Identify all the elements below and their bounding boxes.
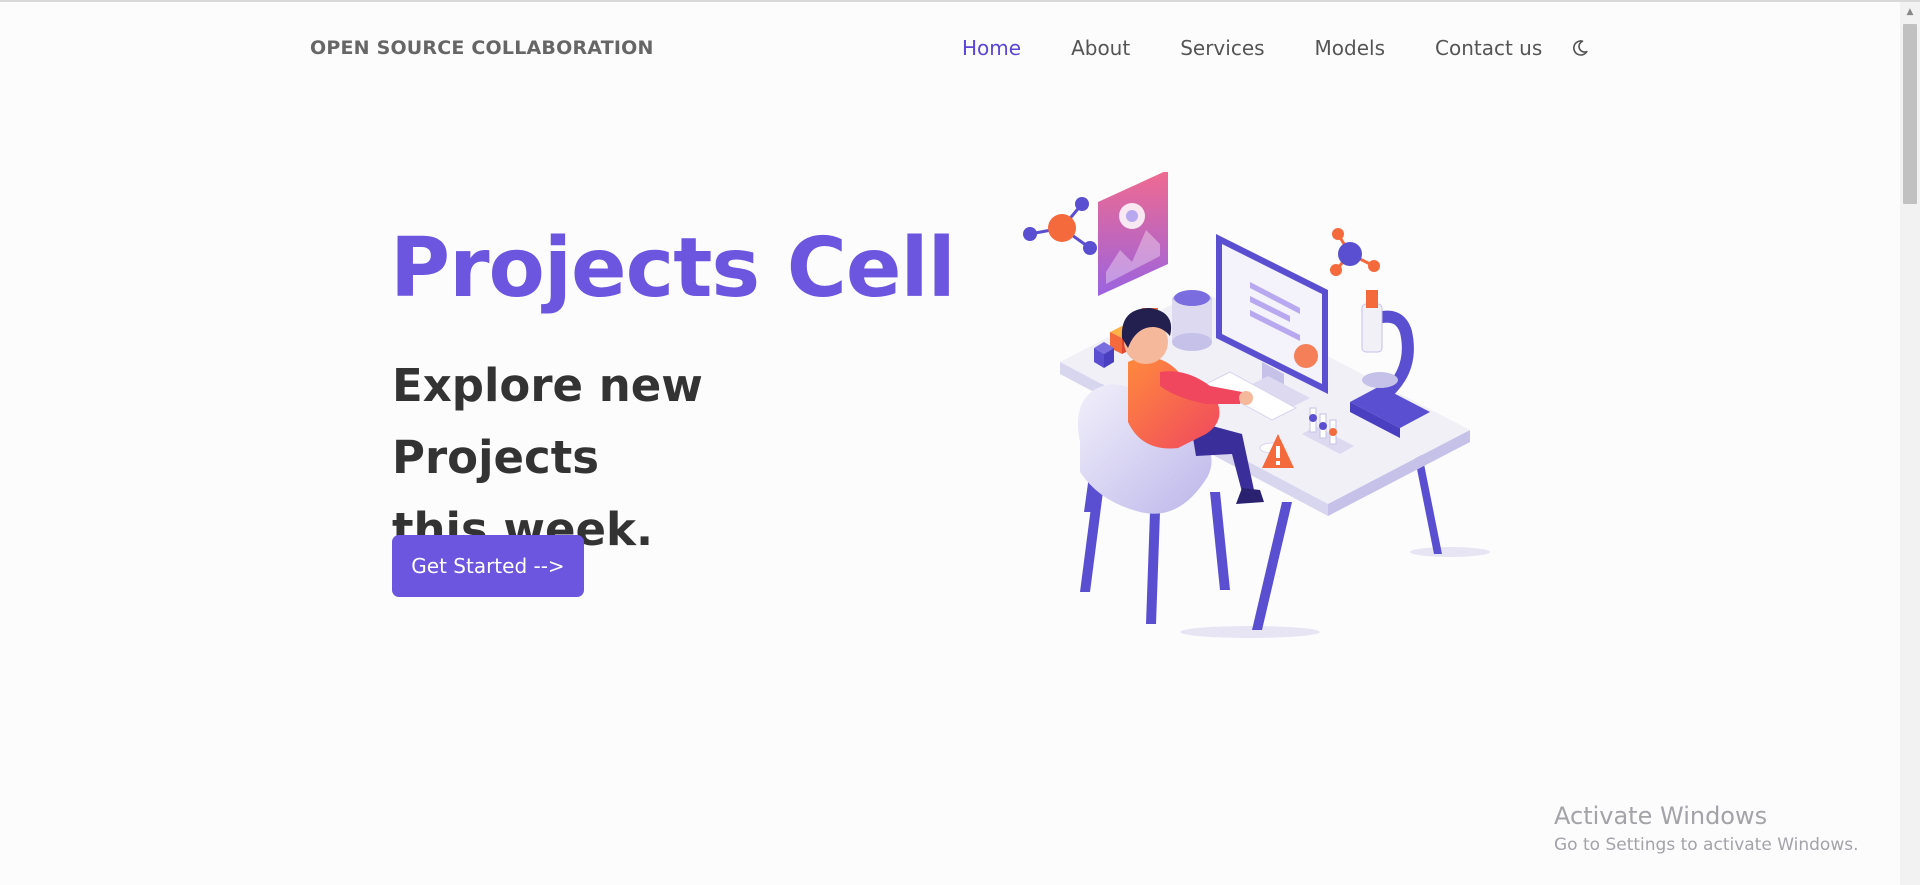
desk-workspace-illustration (1023, 172, 1490, 638)
hero-subtitle-line1: Explore new Projects (392, 359, 703, 484)
nav-link-home[interactable]: Home (962, 36, 1021, 60)
scroll-up-arrow-icon[interactable]: ▲ (1900, 4, 1920, 20)
moon-icon[interactable] (1570, 38, 1590, 58)
nav-link-models[interactable]: Models (1315, 36, 1385, 60)
nav-link-services[interactable]: Services (1180, 36, 1264, 60)
vertical-scrollbar[interactable]: ▲ (1900, 2, 1920, 885)
main-nav: Home About Services Models Contact us (962, 36, 1590, 60)
activate-windows-subtitle: Go to Settings to activate Windows. (1554, 835, 1859, 855)
nav-link-about[interactable]: About (1071, 36, 1130, 60)
activate-windows-title: Activate Windows (1554, 802, 1768, 830)
brand-logo[interactable]: OPEN SOURCE COLLABORATION (310, 37, 654, 59)
get-started-button[interactable]: Get Started --> (392, 535, 584, 597)
nav-link-contact-us[interactable]: Contact us (1435, 36, 1542, 60)
hero-title: Projects Cell (390, 221, 956, 316)
hero-subtitle: Explore new Projects this week. (392, 350, 912, 566)
scrollbar-thumb[interactable] (1903, 24, 1917, 204)
page: OPEN SOURCE COLLABORATION Home About Ser… (0, 0, 1920, 885)
